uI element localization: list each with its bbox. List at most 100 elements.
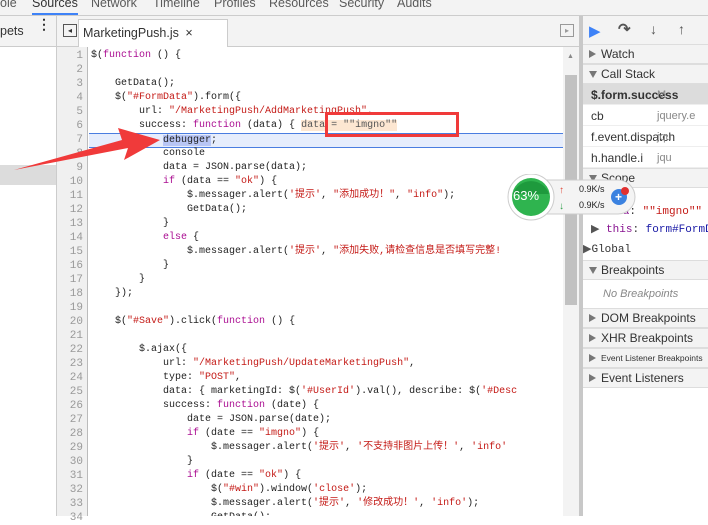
editor-scrollbar[interactable]: ▲ (563, 47, 579, 516)
line-number[interactable]: 22 (70, 343, 83, 357)
code-line[interactable]: data = JSON.parse(data); (89, 161, 563, 175)
breakpoints-section[interactable]: Breakpoints (583, 260, 708, 280)
line-number[interactable]: 11 (70, 189, 83, 203)
frame-location[interactable]: jqu (657, 131, 672, 143)
tab-security[interactable]: Security (339, 0, 384, 10)
line-number[interactable]: 12 (70, 203, 83, 217)
line-number[interactable]: 33 (70, 497, 83, 511)
tab-network[interactable]: Network (91, 0, 137, 10)
step-out-icon[interactable]: ↑ (678, 21, 685, 37)
watch-section[interactable]: Watch (583, 44, 708, 64)
line-number[interactable]: 4 (76, 91, 83, 105)
tab-audits[interactable]: Audits (397, 0, 432, 10)
call-stack-section[interactable]: Call Stack (583, 64, 708, 84)
tab-resources[interactable]: Resources (269, 0, 329, 10)
line-number[interactable]: 13 (70, 217, 83, 231)
tab-profiles[interactable]: Profiles (214, 0, 256, 10)
tab-ole[interactable]: ole (0, 0, 17, 10)
code-line[interactable]: $.messager.alert('提示', "添加失败,请检查信息是否填写完整… (89, 245, 563, 259)
code-line[interactable]: url: "/MarketingPush/UpdateMarketingPush… (89, 357, 563, 371)
code-line[interactable] (89, 63, 563, 77)
file-tab[interactable]: MarketingPush.js × (78, 19, 228, 47)
more-options-icon[interactable]: ⋮ (37, 17, 51, 31)
step-over-icon[interactable]: ↷ (618, 20, 631, 38)
code-line[interactable]: if (date == "imgno") { (89, 427, 563, 441)
line-number[interactable]: 29 (70, 441, 83, 455)
tab-sources[interactable]: Sources (32, 0, 78, 15)
frame-location[interactable]: M (657, 89, 666, 101)
code-line[interactable]: success: function (date) { (89, 399, 563, 413)
line-number[interactable]: 26 (70, 399, 83, 413)
code-line[interactable]: } (89, 217, 563, 231)
code-line[interactable]: if (date == "ok") { (89, 469, 563, 483)
line-number[interactable]: 25 (70, 385, 83, 399)
call-frame[interactable]: h.handle.i jqu (583, 147, 708, 168)
event-listener-breakpoints-section[interactable]: Event Listener Breakpoints (583, 348, 708, 368)
line-number[interactable]: 17 (70, 273, 83, 287)
code-line[interactable]: GetData(); (89, 511, 563, 516)
line-number[interactable]: 14 (70, 231, 83, 245)
code-line[interactable]: }); (89, 287, 563, 301)
line-number[interactable]: 34 (70, 511, 83, 525)
close-tab-icon[interactable]: × (185, 26, 192, 40)
line-number[interactable]: 9 (76, 161, 83, 175)
code-line[interactable]: $("#win").window('close'); (89, 483, 563, 497)
snippets-tab[interactable]: pets (0, 24, 24, 38)
line-number[interactable]: 20 (70, 315, 83, 329)
line-number[interactable]: 21 (70, 329, 83, 343)
line-number[interactable]: 7 (76, 133, 83, 147)
code-line[interactable]: $.messager.alert('提示', "添加成功！", "info"); (89, 189, 563, 203)
code-line[interactable]: type: "POST", (89, 371, 563, 385)
line-number[interactable]: 5 (76, 105, 83, 119)
code-line[interactable]: $.messager.alert('提示', '不支持非图片上传！', 'inf… (89, 441, 563, 455)
scroll-up-icon[interactable]: ▲ (567, 53, 574, 60)
scope-global[interactable]: ▶Global (583, 242, 631, 256)
code-line[interactable]: } (89, 259, 563, 273)
line-number-gutter[interactable]: 1 2 3 4 5 6 7 8 9 10 11 12 13 14 15 16 17 18 19 20 21 22 23 24 2… (57, 47, 88, 524)
line-number[interactable]: 8 (76, 147, 83, 161)
code-line[interactable]: $("#Save").click(function () { (89, 315, 563, 329)
call-frame[interactable]: $.form.success M (583, 84, 708, 105)
line-number[interactable]: 27 (70, 413, 83, 427)
line-number[interactable]: 19 (70, 301, 83, 315)
code-line[interactable] (89, 329, 563, 343)
code-line[interactable]: } (89, 455, 563, 469)
code-line[interactable]: $.ajax({ (89, 343, 563, 357)
line-number[interactable]: 10 (70, 175, 83, 189)
line-number[interactable]: 28 (70, 427, 83, 441)
navigator-selected-row[interactable] (0, 165, 56, 185)
line-number[interactable]: 30 (70, 455, 83, 469)
line-number[interactable]: 18 (70, 287, 83, 301)
dom-breakpoints-section[interactable]: DOM Breakpoints (583, 308, 708, 328)
line-number[interactable]: 2 (76, 63, 83, 77)
code-line[interactable]: if (data == "ok") { (89, 175, 563, 189)
tab-timeline[interactable]: Timeline (153, 0, 200, 10)
line-number[interactable]: 31 (70, 469, 83, 483)
code-line[interactable]: $.messager.alert('提示', '修改成功！', 'info'); (89, 497, 563, 511)
frame-location[interactable]: jqu (657, 152, 672, 164)
step-into-icon[interactable]: ↓ (650, 21, 657, 37)
expand-icon[interactable]: ▶ (591, 224, 606, 236)
code-line[interactable]: data: { marketingId: $('#UserId').val(),… (89, 385, 563, 399)
line-number[interactable]: 16 (70, 259, 83, 273)
resume-icon[interactable]: ▶︎ (589, 22, 601, 40)
line-number[interactable]: 32 (70, 483, 83, 497)
line-number[interactable]: 23 (70, 357, 83, 371)
code-line[interactable]: GetData(); (89, 77, 563, 91)
code-line[interactable]: console (89, 147, 563, 161)
network-speed-widget[interactable]: ↑ ↓ + 63% 0.9K/s 0.9K/s (507, 173, 637, 225)
call-frame[interactable]: cb jquery.e (583, 105, 708, 126)
toggle-debugger-icon[interactable]: ▸ (560, 24, 574, 37)
code-line[interactable]: } (89, 273, 563, 287)
toggle-navigator-icon[interactable]: ◂ (63, 24, 77, 37)
line-number[interactable]: 3 (76, 77, 83, 91)
event-listeners-section[interactable]: Event Listeners (583, 368, 708, 388)
line-number[interactable]: 24 (70, 371, 83, 385)
code-line[interactable]: date = JSON.parse(date); (89, 413, 563, 427)
line-number[interactable]: 15 (70, 245, 83, 259)
xhr-breakpoints-section[interactable]: XHR Breakpoints (583, 328, 708, 348)
code-line[interactable]: $(function () { (89, 49, 563, 63)
line-number[interactable]: 1 (76, 49, 83, 63)
code-line[interactable]: $("#FormData").form({ (89, 91, 563, 105)
frame-location[interactable]: jquery.e (657, 110, 695, 122)
